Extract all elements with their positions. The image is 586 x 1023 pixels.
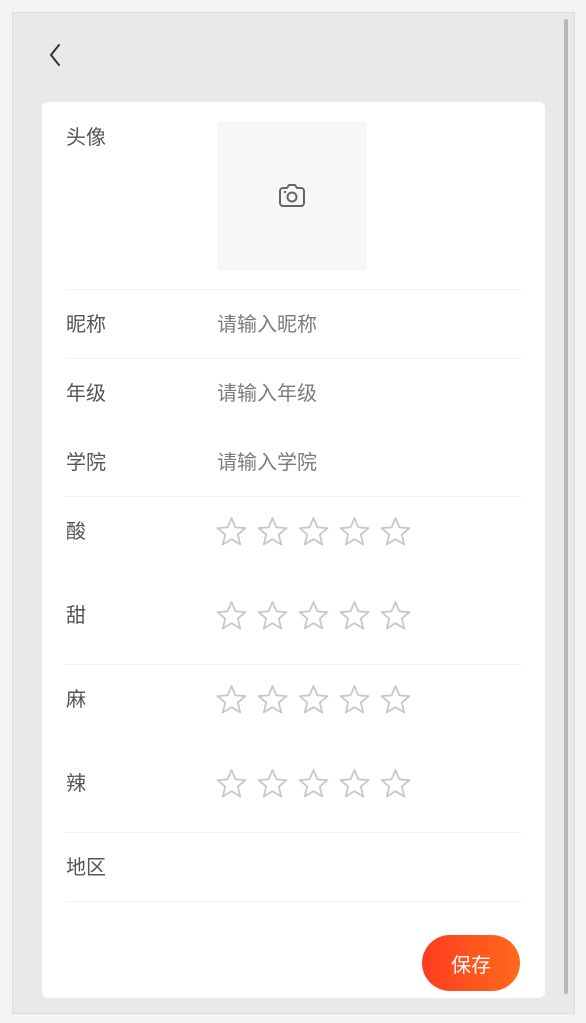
star-icon[interactable] xyxy=(216,516,247,547)
sweet-label: 甜 xyxy=(66,603,86,627)
numbing-star-rating[interactable] xyxy=(216,684,411,715)
college-label: 学院 xyxy=(66,450,106,474)
college-row: 学院 xyxy=(66,448,521,478)
star-icon[interactable] xyxy=(298,600,329,631)
star-icon[interactable] xyxy=(298,768,329,799)
star-icon[interactable] xyxy=(298,516,329,547)
star-icon[interactable] xyxy=(339,768,370,799)
star-icon[interactable] xyxy=(380,684,411,715)
nickname-input[interactable] xyxy=(217,310,477,338)
divider xyxy=(66,901,521,902)
star-icon[interactable] xyxy=(380,516,411,547)
numbing-label: 麻 xyxy=(66,687,86,711)
star-icon[interactable] xyxy=(216,684,247,715)
star-icon[interactable] xyxy=(216,600,247,631)
avatar-upload[interactable] xyxy=(217,121,367,271)
spicy-label: 辣 xyxy=(66,771,86,795)
divider xyxy=(66,289,521,290)
divider xyxy=(66,496,521,497)
star-icon[interactable] xyxy=(339,684,370,715)
profile-form-card: 头像 昵称 年级 学院 酸 xyxy=(42,102,545,998)
region-label: 地区 xyxy=(66,855,106,879)
star-icon[interactable] xyxy=(339,600,370,631)
divider xyxy=(66,832,521,833)
star-icon[interactable] xyxy=(339,516,370,547)
nickname-row: 昵称 xyxy=(66,310,521,340)
star-icon[interactable] xyxy=(257,516,288,547)
save-button[interactable]: 保存 xyxy=(422,935,520,991)
spicy-star-rating[interactable] xyxy=(216,768,411,799)
rating-row-spicy: 辣 xyxy=(66,769,521,801)
rating-row-sweet: 甜 xyxy=(66,601,521,633)
divider xyxy=(66,358,521,359)
scrollbar[interactable] xyxy=(564,19,568,994)
star-icon[interactable] xyxy=(380,600,411,631)
page-frame: 头像 昵称 年级 学院 酸 xyxy=(12,12,575,1014)
star-icon[interactable] xyxy=(216,768,247,799)
star-icon[interactable] xyxy=(298,684,329,715)
rating-row-sour: 酸 xyxy=(66,517,521,549)
sour-label: 酸 xyxy=(66,519,86,543)
region-row[interactable]: 地区 xyxy=(66,853,521,883)
camera-icon xyxy=(279,184,305,207)
chevron-left-icon xyxy=(50,44,60,66)
star-icon[interactable] xyxy=(257,768,288,799)
grade-input[interactable] xyxy=(217,379,477,407)
avatar-label: 头像 xyxy=(66,125,106,149)
college-input[interactable] xyxy=(217,448,477,476)
grade-row: 年级 xyxy=(66,379,521,409)
star-icon[interactable] xyxy=(380,768,411,799)
sour-star-rating[interactable] xyxy=(216,516,411,547)
back-button[interactable] xyxy=(43,41,67,69)
divider xyxy=(66,664,521,665)
rating-row-numbing: 麻 xyxy=(66,685,521,717)
nickname-label: 昵称 xyxy=(66,312,106,336)
star-icon[interactable] xyxy=(257,600,288,631)
sweet-star-rating[interactable] xyxy=(216,600,411,631)
star-icon[interactable] xyxy=(257,684,288,715)
grade-label: 年级 xyxy=(66,381,106,405)
